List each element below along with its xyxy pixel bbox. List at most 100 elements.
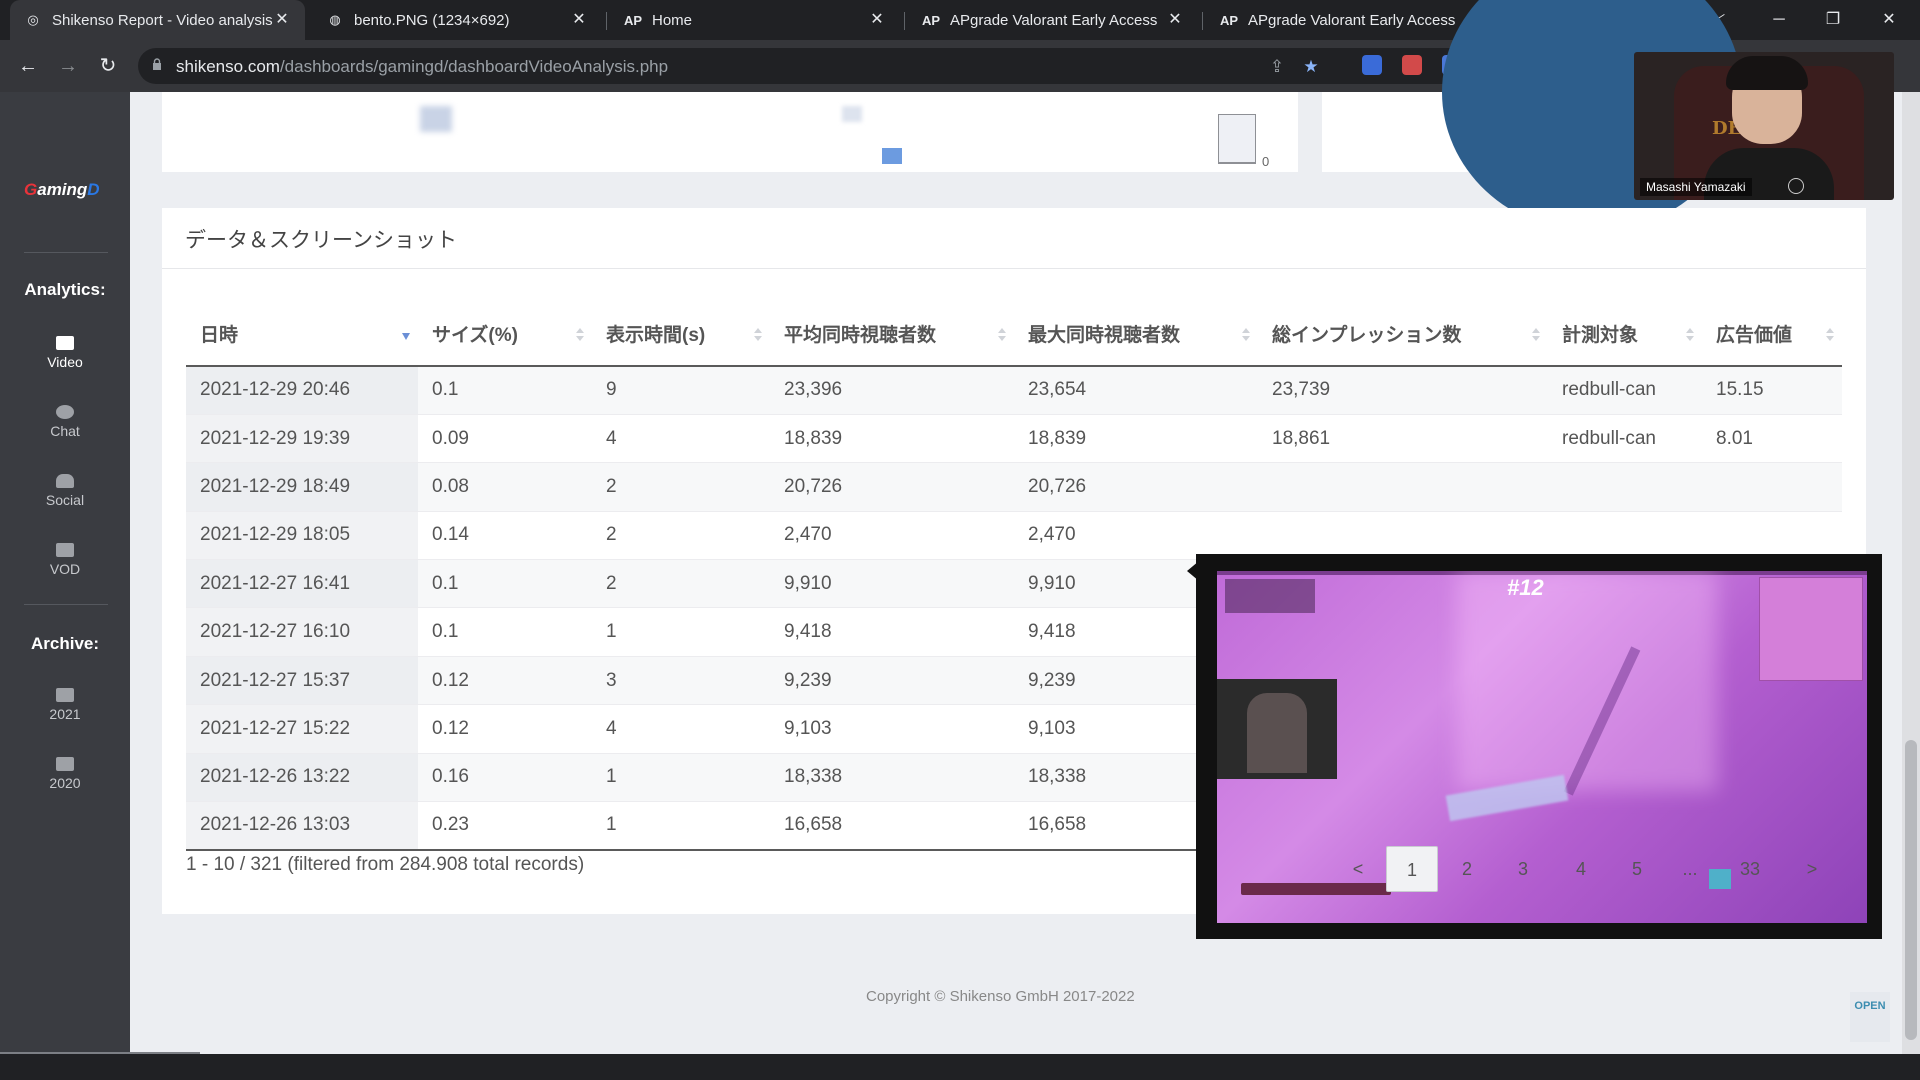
person-hair <box>1726 56 1808 90</box>
ap-logo-icon: AP <box>1219 12 1239 28</box>
chart-bar-label: 0 <box>1262 154 1270 169</box>
tab-bento-png[interactable]: ◍ bento.PNG (1234×692) ✕ <box>312 0 602 40</box>
column-header-impressions[interactable]: 総インプレッション数 <box>1258 302 1548 367</box>
cell-size: 0.1 <box>418 559 592 609</box>
scrollbar-thumb[interactable] <box>1905 740 1917 1040</box>
pagination-page[interactable]: 4 <box>1555 846 1607 892</box>
chart-bar <box>1218 114 1256 164</box>
tab-apgrade-1[interactable]: AP APgrade Valorant Early Access ✕ <box>908 0 1198 40</box>
copyright-text: Copyright © Shikenso GmbH 2017-2022 <box>866 988 1135 1005</box>
tab-label: APgrade Valorant Early Access <box>1248 11 1456 29</box>
sidebar-divider <box>24 604 108 605</box>
column-header-size[interactable]: サイズ(%) <box>418 302 592 367</box>
sidebar-item-2021[interactable]: 2021 <box>0 688 130 722</box>
sidebar-item-2020[interactable]: 2020 <box>0 757 130 791</box>
tab-label: APgrade Valorant Early Access <box>950 11 1158 29</box>
tab-separator <box>606 12 607 30</box>
cell-max-viewers: 18,839 <box>1014 414 1258 464</box>
calendar-icon <box>56 688 74 702</box>
sidebar-item-chat[interactable]: Chat <box>0 405 130 439</box>
cell-size: 0.1 <box>418 366 592 415</box>
extension-icon[interactable] <box>1362 55 1382 75</box>
streamer-figure <box>1247 693 1307 773</box>
cell-size: 0.23 <box>418 801 592 851</box>
pagination-next[interactable]: > <box>1786 846 1838 892</box>
close-icon[interactable]: ✕ <box>273 11 291 29</box>
cell-display-time: 1 <box>592 753 770 803</box>
column-header-datetime[interactable]: 日時 <box>186 302 418 367</box>
cell-target <box>1548 511 1702 561</box>
sidebar-item-video[interactable]: Video <box>0 336 130 370</box>
cell-datetime: 2021-12-26 13:03 <box>186 801 418 851</box>
game-hud-health <box>1225 579 1315 613</box>
cell-size: 0.1 <box>418 607 592 657</box>
pagination-ellipsis: ... <box>1682 859 1698 879</box>
minimize-icon[interactable]: ─ <box>1756 0 1802 40</box>
cell-datetime: 2021-12-26 13:22 <box>186 753 418 803</box>
cell-impressions: 23,739 <box>1258 366 1548 415</box>
webcam-overlay: DE TOR Masashi Yamazaki <box>1634 52 1894 200</box>
pagination-page[interactable]: 1 <box>1386 846 1438 892</box>
cell-avg-viewers: 20,726 <box>770 462 1014 512</box>
cell-display-time: 2 <box>592 462 770 512</box>
sort-desc-icon <box>402 328 410 342</box>
archive-heading: Archive: <box>30 634 100 653</box>
column-header-target[interactable]: 計測対象 <box>1548 302 1702 367</box>
url-host: shikenso.com <box>176 57 280 76</box>
restore-icon[interactable]: ❐ <box>1810 0 1856 40</box>
section-title: データ＆スクリーンショット <box>185 229 457 252</box>
tab-home[interactable]: AP Home ✕ <box>610 0 900 40</box>
cell-display-time: 2 <box>592 511 770 561</box>
extension-icon[interactable] <box>1402 55 1422 75</box>
url-text: shikenso.com/dashboards/gamingd/dashboar… <box>176 57 668 77</box>
bookmark-star-icon[interactable]: ★ <box>1300 56 1322 78</box>
pagination-page[interactable]: 2 <box>1441 846 1493 892</box>
window-close-icon[interactable]: ✕ <box>1866 0 1912 40</box>
close-icon[interactable]: ✕ <box>1166 11 1184 29</box>
table-row[interactable]: 2021-12-29 20:46 0.1 9 23,396 23,654 23,739 re… <box>186 366 1842 415</box>
cell-ad-value <box>1702 462 1842 512</box>
cell-avg-viewers: 9,910 <box>770 559 1014 609</box>
sidebar-item-social[interactable]: Social <box>0 474 130 508</box>
pagination-prev[interactable]: < <box>1332 846 1384 892</box>
sidebar-item-vod[interactable]: VOD <box>0 543 130 577</box>
tab-shikenso-report[interactable]: ◎ Shikenso Report - Video analysis ✕ <box>10 0 305 40</box>
table-row[interactable]: 2021-12-29 19:39 0.09 4 18,839 18,839 18,861 r… <box>186 414 1842 464</box>
pagination-page[interactable]: 5 <box>1611 846 1663 892</box>
share-icon[interactable]: ⇪ <box>1266 56 1288 78</box>
cell-avg-viewers: 9,418 <box>770 607 1014 657</box>
cell-display-time: 4 <box>592 704 770 754</box>
cell-datetime: 2021-12-27 15:22 <box>186 704 418 754</box>
card-divider <box>162 268 1866 269</box>
column-header-ad-value[interactable]: 広告価値 <box>1702 302 1842 367</box>
cell-avg-viewers: 2,470 <box>770 511 1014 561</box>
sidebar-item-label: 2021 <box>49 706 81 722</box>
column-header-max-viewers[interactable]: 最大同時視聴者数 <box>1014 302 1258 367</box>
column-header-display-time[interactable]: 表示時間(s) <box>592 302 770 367</box>
table-row[interactable]: 2021-12-29 18:49 0.08 2 20,726 20,726 <box>186 462 1842 512</box>
sidebar-item-label: Video <box>47 354 83 370</box>
sidebar-divider <box>24 252 108 253</box>
sidebar: GamingD Analytics: Video Chat Social VOD… <box>0 92 130 1054</box>
lock-icon <box>153 58 161 70</box>
video-camera-icon <box>56 336 74 350</box>
cell-size: 0.08 <box>418 462 592 512</box>
cell-max-viewers: 2,470 <box>1014 511 1258 561</box>
cell-datetime: 2021-12-27 16:10 <box>186 607 418 657</box>
tab-separator <box>1202 12 1203 30</box>
cell-ad-value: 15.15 <box>1702 366 1842 415</box>
cell-datetime: 2021-12-27 15:37 <box>186 656 418 706</box>
reload-icon[interactable]: ↻ <box>94 52 122 80</box>
cell-ad-value: 8.01 <box>1702 414 1842 464</box>
pagination-page[interactable]: 3 <box>1497 846 1549 892</box>
cell-impressions: 18,861 <box>1258 414 1548 464</box>
forward-arrow-icon[interactable]: → <box>54 52 82 80</box>
close-icon[interactable]: ✕ <box>868 11 886 29</box>
gamingd-logo[interactable]: GamingD <box>24 180 100 200</box>
table-row[interactable]: 2021-12-29 18:05 0.14 2 2,470 2,470 <box>186 511 1842 561</box>
open-widget-button[interactable]: OPEN <box>1850 992 1890 1042</box>
column-header-avg-viewers[interactable]: 平均同時視聴者数 <box>770 302 1014 367</box>
close-icon[interactable]: ✕ <box>570 11 588 29</box>
back-arrow-icon[interactable]: ← <box>14 52 42 80</box>
pagination-page[interactable]: 33 <box>1724 846 1776 892</box>
